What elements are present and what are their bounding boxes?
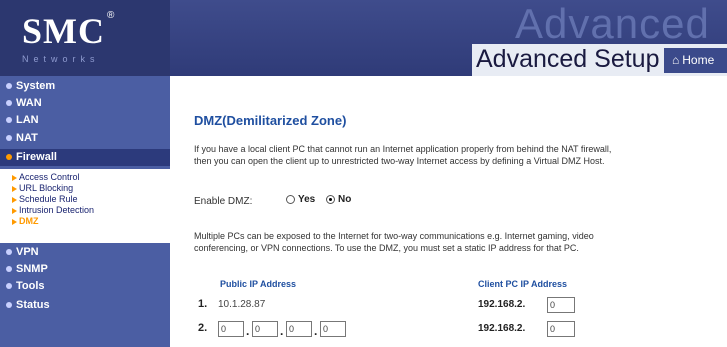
watermark-text: Advanced <box>515 0 710 47</box>
sidebar-item-lan[interactable]: LAN <box>0 112 170 129</box>
bullet-icon <box>6 117 12 124</box>
bullet-icon <box>6 283 12 290</box>
subitem-schedule-rule[interactable]: Schedule Rule <box>12 194 78 205</box>
sidebar: System WAN LAN NAT Firewall Access Contr… <box>0 76 170 347</box>
description-line-1: If you have a local client PC that canno… <box>194 144 612 154</box>
enable-dmz-yes-radio[interactable]: Yes <box>286 194 315 205</box>
client-ip-header: Client PC IP Address <box>478 279 568 289</box>
public-ip-octet-4-input[interactable]: 0 <box>320 321 346 337</box>
sidebar-item-wan[interactable]: WAN <box>0 95 170 112</box>
enable-dmz-no-radio[interactable]: No <box>326 194 351 205</box>
sidebar-item-status[interactable]: Status <box>0 297 170 314</box>
home-button[interactable]: ⌂ Home <box>664 48 727 73</box>
arrow-icon <box>12 185 17 192</box>
sidebar-item-nat[interactable]: NAT <box>0 130 170 147</box>
arrow-icon <box>12 174 17 181</box>
client-ip-octet-input[interactable]: 0 <box>547 297 575 313</box>
arrow-icon <box>12 196 17 203</box>
subitem-url-blocking[interactable]: URL Blocking <box>12 183 73 194</box>
sidebar-item-firewall[interactable]: Firewall <box>0 149 170 166</box>
radio-unchecked-icon <box>286 194 295 204</box>
sidebar-item-system[interactable]: System <box>0 78 170 95</box>
bullet-icon <box>6 83 12 90</box>
public-ip-octet-2-input[interactable]: 0 <box>252 321 278 337</box>
multiple-pcs-line-2: conferencing, or VPN connections. To use… <box>194 243 579 253</box>
subitem-access-control[interactable]: Access Control <box>12 172 80 183</box>
sidebar-item-snmp[interactable]: SNMP <box>0 261 170 278</box>
firewall-submenu: Access Control URL Blocking Schedule Rul… <box>0 169 170 243</box>
ip-dot: . <box>314 324 318 338</box>
bullet-icon <box>6 266 12 273</box>
row-number: 2. <box>198 322 208 334</box>
logo-block: SMC ® Networks <box>0 0 170 76</box>
bullet-icon <box>6 302 12 309</box>
arrow-icon <box>12 218 17 225</box>
page-title: DMZ(Demilitarized Zone) <box>194 113 347 128</box>
page-header-title: Advanced Setup <box>476 45 660 73</box>
main-content: DMZ(Demilitarized Zone) If you have a lo… <box>178 76 727 347</box>
description-line-2: then you can open the client up to unres… <box>194 156 605 166</box>
subitem-intrusion-detection[interactable]: Intrusion Detection <box>12 205 94 216</box>
bullet-icon <box>6 154 12 161</box>
public-ip-value: 10.1.28.87 <box>218 299 266 310</box>
smc-logo: SMC ® <box>22 10 116 51</box>
sidebar-item-vpn[interactable]: VPN <box>0 244 170 261</box>
sidebar-item-tools[interactable]: Tools <box>0 278 170 295</box>
ip-dot: . <box>246 324 250 338</box>
logo-subtitle: Networks <box>22 54 100 64</box>
row-number: 1. <box>198 298 208 310</box>
enable-dmz-label: Enable DMZ: <box>194 196 253 207</box>
bullet-icon <box>6 100 12 107</box>
client-ip-octet-input[interactable]: 0 <box>547 321 575 337</box>
home-icon: ⌂ <box>672 53 680 67</box>
public-ip-octet-3-input[interactable]: 0 <box>286 321 312 337</box>
bullet-icon <box>6 135 12 142</box>
ip-dot: . <box>280 324 284 338</box>
multiple-pcs-line-1: Multiple PCs can be exposed to the Inter… <box>194 231 594 241</box>
bullet-icon <box>6 249 12 256</box>
public-ip-header: Public IP Address <box>220 279 297 289</box>
client-ip-prefix: 192.168.2. <box>478 323 526 334</box>
client-ip-prefix: 192.168.2. <box>478 299 526 310</box>
subitem-dmz[interactable]: DMZ <box>12 216 39 227</box>
public-ip-octet-1-input[interactable]: 0 <box>218 321 244 337</box>
arrow-icon <box>12 207 17 214</box>
radio-checked-icon <box>326 194 335 204</box>
